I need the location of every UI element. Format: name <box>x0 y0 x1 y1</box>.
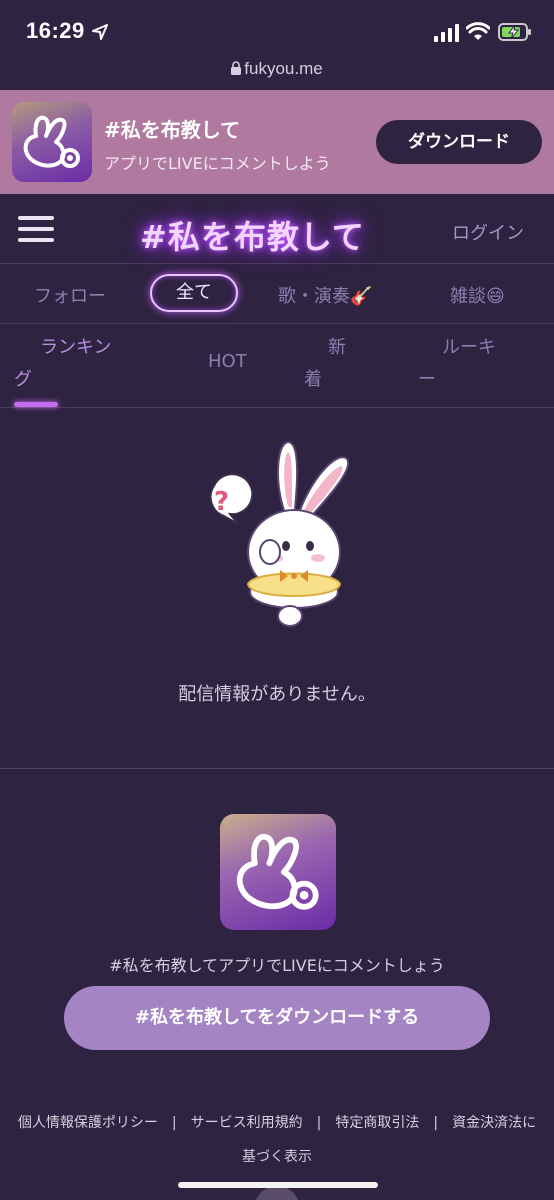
subtab-ranking-line2: グ <box>14 369 32 390</box>
banner-download-button[interactable]: ダウンロード <box>376 120 542 164</box>
tab-all[interactable]: 全て <box>150 274 238 312</box>
tab-chat[interactable]: 雑談😄 <box>450 282 505 308</box>
confused-bunny-illustration: ? <box>209 440 349 627</box>
footer-link-terms[interactable]: サービス利用規約 <box>191 1115 303 1131</box>
promo-text: #私を布教してアプリでLIVEにコメントしょう <box>109 956 445 975</box>
subtab-rookie-line2: ー <box>418 369 436 390</box>
footer-link-commerce[interactable]: 特定商取引法 <box>335 1115 419 1131</box>
floating-button[interactable] <box>254 1186 300 1200</box>
battery-charging-icon <box>498 23 531 41</box>
tab-music[interactable]: 歌・演奏🎸 <box>278 282 372 308</box>
home-indicator <box>178 1182 378 1188</box>
app-logo[interactable] <box>12 102 92 182</box>
subtab-ranking[interactable]: ランキン グ <box>14 332 111 396</box>
subtab-hot[interactable]: HOT <box>208 346 247 378</box>
footer-separator: | <box>316 1115 322 1131</box>
lock-icon <box>231 61 242 75</box>
clock: 16:29 <box>26 18 85 43</box>
menu-icon[interactable] <box>18 216 54 242</box>
login-link[interactable]: ログイン <box>452 219 524 245</box>
subtab-new-line2: 着 <box>304 369 322 390</box>
question-mark: ? <box>214 487 229 517</box>
location-arrow-icon <box>92 24 108 40</box>
active-tab-indicator <box>14 402 58 407</box>
bunny-logo-icon <box>236 833 319 910</box>
subtab-rookie[interactable]: ルーキ ー <box>418 332 496 396</box>
app-icon-large[interactable] <box>220 814 336 930</box>
address-bar[interactable]: fukyou.me <box>0 56 554 90</box>
footer-separator: | <box>433 1115 439 1131</box>
bunny-logo-icon <box>23 115 80 168</box>
empty-state-message: 配信情報がありません。 <box>178 684 376 705</box>
cellular-signal-icon <box>434 24 459 42</box>
subtab-new-line1: 新 <box>328 337 346 358</box>
subtab-ranking-line1: ランキン <box>40 337 112 358</box>
status-bar: 16:29 <box>0 0 554 56</box>
section-divider <box>0 768 554 769</box>
wifi-icon <box>466 22 490 40</box>
site-logo[interactable]: #私を布教して <box>140 212 365 258</box>
subtab-new[interactable]: 新 着 <box>304 332 346 396</box>
footer-link-privacy[interactable]: 個人情報保護ポリシー <box>18 1115 158 1131</box>
banner-subtitle: アプリでLIVEにコメントしよう <box>104 154 331 173</box>
url-text: fukyou.me <box>244 59 323 78</box>
footer-links: 個人情報保護ポリシー | サービス利用規約 | 特定商取引法 | 資金決済法に基づく表示 <box>14 1106 540 1174</box>
footer-separator: | <box>171 1115 177 1131</box>
tab-follow[interactable]: フォロー <box>34 282 106 308</box>
question-bubble-icon: ? <box>209 473 254 525</box>
subtab-rookie-line1: ルーキ <box>442 337 496 358</box>
download-app-button[interactable]: #私を布教してをダウンロードする <box>64 986 490 1050</box>
banner-title: #私を布教して <box>104 118 241 142</box>
